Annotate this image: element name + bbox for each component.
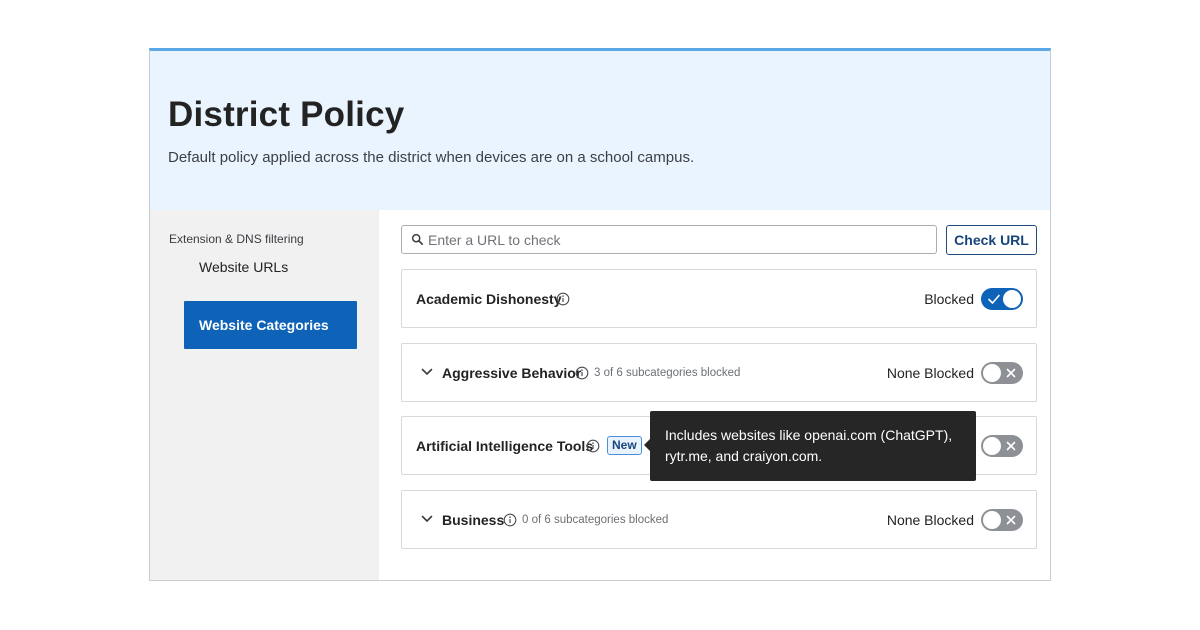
close-icon bbox=[1006, 368, 1016, 378]
url-search-input[interactable] bbox=[428, 230, 928, 250]
info-icon[interactable] bbox=[556, 292, 570, 306]
category-row-academic-dishonesty: Academic Dishonesty Blocked bbox=[401, 269, 1037, 328]
category-status: Blocked bbox=[924, 291, 974, 307]
policy-window: District Policy Default policy applied a… bbox=[149, 48, 1051, 581]
block-toggle[interactable] bbox=[981, 509, 1023, 531]
sidebar-section-label: Extension & DNS filtering bbox=[169, 232, 304, 246]
info-icon[interactable] bbox=[586, 439, 600, 453]
close-icon bbox=[1006, 515, 1016, 525]
tooltip-text: Includes websites like openai.com (ChatG… bbox=[665, 427, 953, 464]
subcategory-count: 0 of 6 subcategories blocked bbox=[522, 514, 669, 526]
sidebar-item-website-categories[interactable]: Website Categories bbox=[184, 301, 357, 349]
category-name: Aggressive Behavior bbox=[442, 365, 582, 381]
category-name: Academic Dishonesty bbox=[416, 291, 562, 307]
chevron-down-icon[interactable] bbox=[420, 365, 434, 379]
page-title: District Policy bbox=[168, 95, 405, 134]
toggle-knob bbox=[983, 364, 1001, 382]
sidebar-item-website-urls[interactable]: Website URLs bbox=[199, 259, 372, 275]
toggle-knob bbox=[983, 511, 1001, 529]
toggle-knob bbox=[1003, 290, 1021, 308]
info-icon[interactable] bbox=[503, 513, 517, 527]
url-search-box bbox=[401, 225, 937, 254]
toggle-knob bbox=[983, 437, 1001, 455]
page-subtitle: Default policy applied across the distri… bbox=[168, 149, 695, 166]
category-name: Business bbox=[442, 512, 505, 528]
subcategory-count: 3 of 6 subcategories blocked bbox=[594, 367, 741, 379]
category-row-aggressive-behavior: Aggressive Behavior 3 of 6 subcategories… bbox=[401, 343, 1037, 402]
main-content: Check URL Academic Dishonesty Blocked A bbox=[379, 210, 1050, 580]
ai-tools-tooltip: Includes websites like openai.com (ChatG… bbox=[644, 411, 976, 481]
category-status: None Blocked bbox=[886, 512, 974, 528]
block-toggle[interactable] bbox=[981, 435, 1023, 457]
block-toggle[interactable] bbox=[981, 362, 1023, 384]
category-row-business: Business 0 of 6 subcategories blocked No… bbox=[401, 490, 1037, 549]
category-status: None Blocked bbox=[886, 365, 974, 381]
check-url-button[interactable]: Check URL bbox=[946, 225, 1037, 255]
page-header: District Policy Default policy applied a… bbox=[150, 51, 1050, 210]
category-name: Artificial Intelligence Tools bbox=[416, 438, 594, 454]
chevron-down-icon[interactable] bbox=[420, 512, 434, 526]
check-icon bbox=[988, 294, 1000, 304]
info-icon[interactable] bbox=[575, 366, 589, 380]
block-toggle[interactable] bbox=[981, 288, 1023, 310]
sidebar: Extension & DNS filtering Website URLs W… bbox=[150, 210, 379, 580]
close-icon bbox=[1006, 441, 1016, 451]
search-icon bbox=[411, 233, 423, 245]
tooltip-arrow bbox=[644, 439, 650, 451]
new-badge: New bbox=[607, 436, 642, 455]
